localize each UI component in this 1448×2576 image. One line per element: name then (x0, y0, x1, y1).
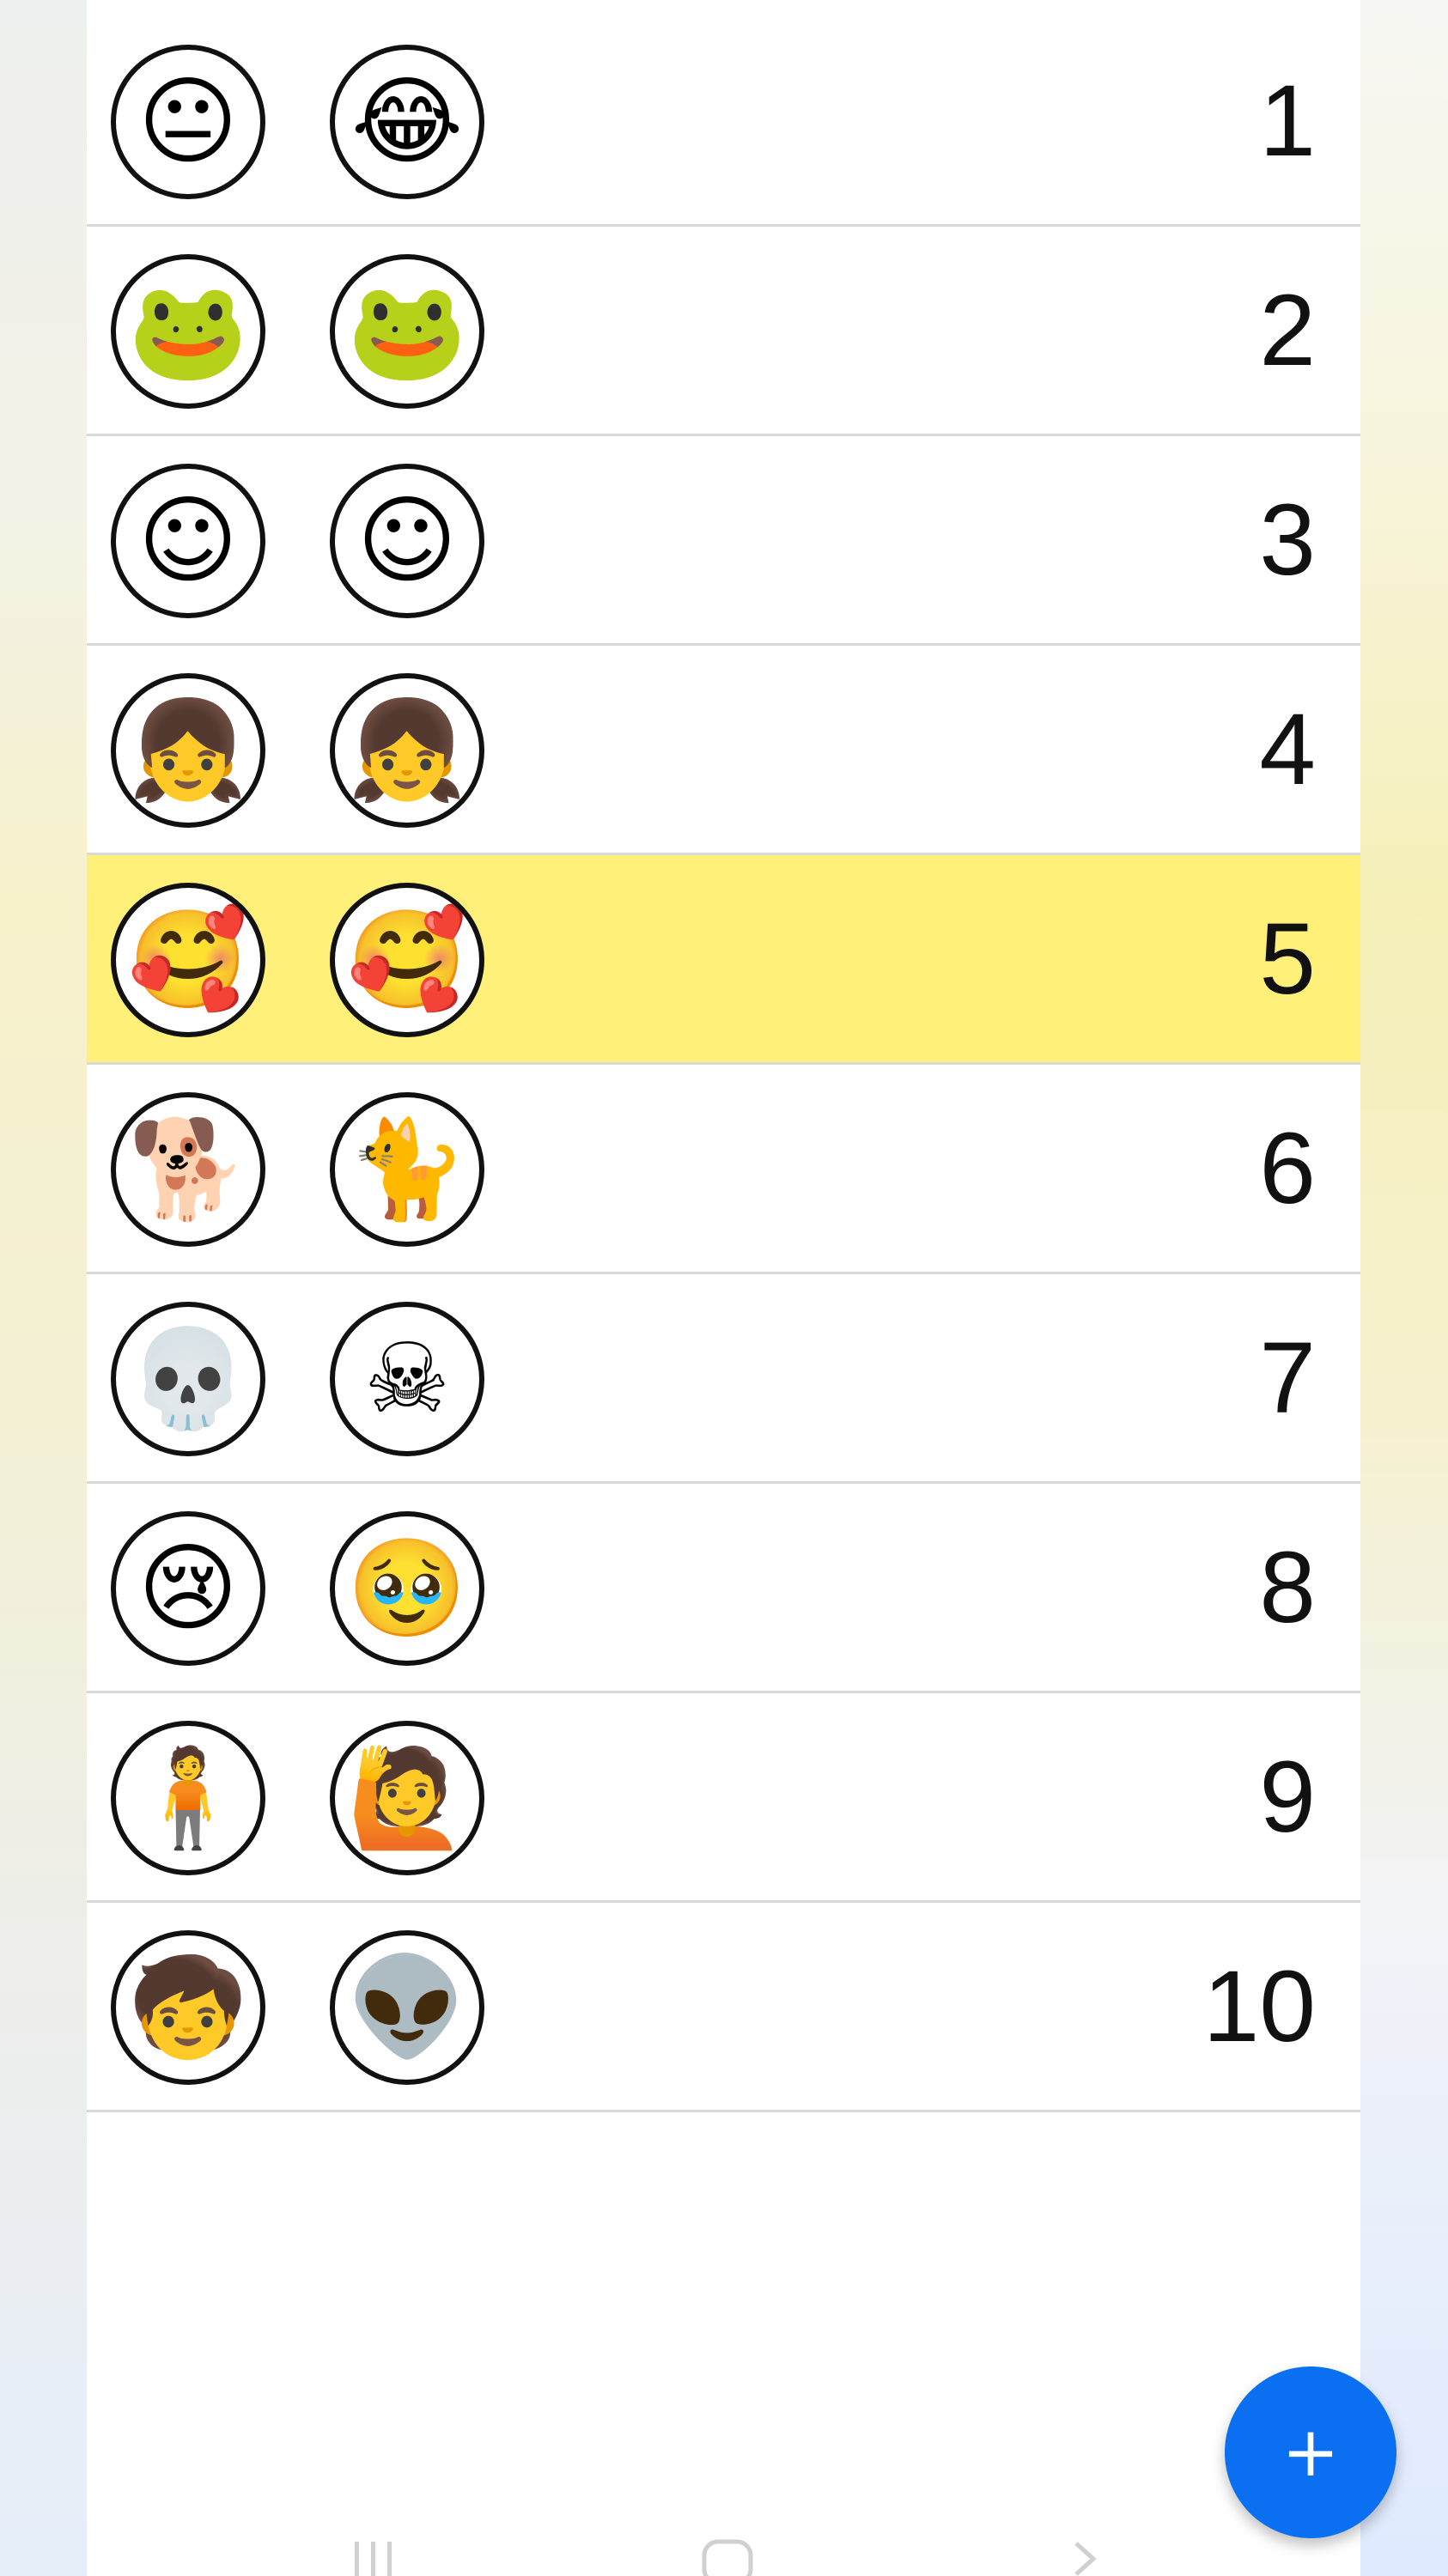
avatar-left[interactable]: 💀 (111, 1302, 265, 1456)
avatar-left[interactable]: 😐 (111, 45, 265, 199)
row-number: 3 (1259, 483, 1316, 597)
cartoon-stick-figure-icon: 🙋 (347, 1742, 467, 1854)
list-item[interactable]: 😐 😂 1 (87, 17, 1360, 227)
emoji-pair-list: 😐 😂 1 🐸 🐸 2 ☺ ☺ 3 👧 👧 4 🥰 🥰 5 🐕 🐈 6 💀 ☠ 7 😢 🥹 8 🧍 🙋 9 🧒 👽 10 (87, 17, 1360, 2112)
skull-hat-icon: 💀 (128, 1323, 248, 1435)
teary-hearts-face-icon: 🥹 (347, 1533, 467, 1644)
avatar-left[interactable]: 🥰 (111, 883, 265, 1037)
laughing-crying-face-icon: 😂 (350, 66, 464, 178)
list-item[interactable]: 🐕 🐈 6 (87, 1065, 1360, 1274)
recent-apps-icon[interactable] (348, 2537, 399, 2576)
system-nav-bar (0, 2524, 1448, 2576)
home-icon[interactable] (697, 2537, 757, 2576)
cat-in-suit-icon: 🐈 (347, 1114, 467, 1225)
row-number: 1 (1259, 64, 1316, 178)
list-item[interactable]: 💀 ☠ 7 (87, 1274, 1360, 1484)
pepe-frog-icon: 🐸 (128, 276, 248, 387)
row-number: 4 (1259, 693, 1316, 806)
back-icon[interactable] (1069, 2537, 1104, 2576)
pepe-frog-thinking-icon: 🐸 (347, 276, 467, 387)
avatar-right[interactable]: 🥰 (330, 883, 484, 1037)
list-item[interactable]: 🧍 🙋 9 (87, 1693, 1360, 1903)
list-item[interactable]: 👧 👧 4 (87, 646, 1360, 855)
lying-blob-icon: ☺ (137, 485, 239, 597)
avatar-right[interactable]: ☺ (330, 464, 484, 618)
avatar-left[interactable]: 🧒 (111, 1930, 265, 2085)
avatar-right[interactable]: 😂 (330, 45, 484, 199)
buff-doge-icon: 🐕 (128, 1114, 248, 1225)
row-number: 8 (1259, 1531, 1316, 1644)
background-gradient-right (1360, 0, 1448, 2576)
avatar-left[interactable]: 🐸 (111, 254, 265, 409)
list-item[interactable]: 😢 🥹 8 (87, 1484, 1360, 1693)
avatar-left[interactable]: ☺ (111, 464, 265, 618)
row-number: 9 (1259, 1741, 1316, 1854)
avatar-left[interactable]: 👧 (111, 673, 265, 828)
list-item[interactable]: 🐸 🐸 2 (87, 227, 1360, 436)
avatar-left[interactable]: 🧍 (111, 1721, 265, 1875)
crying-blob-icon: 😢 (137, 1533, 239, 1644)
list-item[interactable]: ☺ ☺ 3 (87, 436, 1360, 646)
side-eye-girl-icon: 👧 (347, 695, 467, 806)
list-item[interactable]: 🧒 👽 10 (87, 1903, 1360, 2112)
avatar-left[interactable]: 😢 (111, 1511, 265, 1666)
avatar-left[interactable]: 🐕 (111, 1092, 265, 1247)
row-number: 6 (1259, 1112, 1316, 1225)
avatar-right[interactable]: 🐈 (330, 1092, 484, 1247)
skull-sketch-icon: ☠ (363, 1323, 451, 1435)
blob-waving-icon: ☺ (356, 485, 458, 597)
add-button[interactable]: + (1225, 2366, 1396, 2538)
alien-et-icon: 👽 (347, 1952, 467, 2063)
avatar-right[interactable]: ☠ (330, 1302, 484, 1456)
heart-eyes-hands-icon: 🥰 (128, 904, 248, 1016)
little-girl-icon: 👧 (128, 695, 248, 806)
avatar-right[interactable]: 👽 (330, 1930, 484, 2085)
neutral-face-icon: 😐 (137, 66, 239, 178)
curly-hair-kid-icon: 🧒 (128, 1952, 248, 2063)
row-number: 10 (1202, 1950, 1316, 2063)
row-number: 7 (1259, 1321, 1316, 1435)
smiling-hearts-face-icon: 🥰 (347, 904, 467, 1016)
avatar-right[interactable]: 🐸 (330, 254, 484, 409)
avatar-right[interactable]: 👧 (330, 673, 484, 828)
app-screen: 😐 😂 1 🐸 🐸 2 ☺ ☺ 3 👧 👧 4 🥰 🥰 5 🐕 🐈 6 💀 ☠ 7 😢 🥹 8 🧍 🙋 9 🧒 👽 10 + (87, 0, 1396, 2576)
avatar-right[interactable]: 🙋 (330, 1721, 484, 1875)
plus-icon: + (1281, 2412, 1340, 2492)
row-number: 5 (1259, 902, 1316, 1016)
avatar-right[interactable]: 🥹 (330, 1511, 484, 1666)
row-number: 2 (1259, 274, 1316, 387)
cartoon-man-icon: 🧍 (128, 1742, 248, 1854)
list-item[interactable]: 🥰 🥰 5 (87, 855, 1360, 1065)
